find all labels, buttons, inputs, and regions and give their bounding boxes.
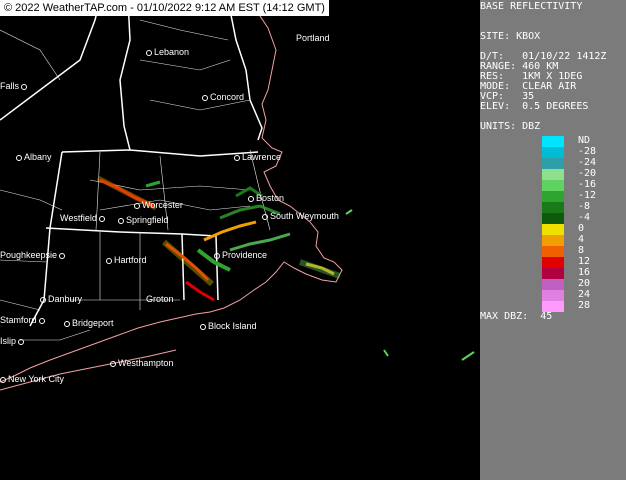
city-label: Falls (0, 81, 29, 91)
scale-swatch (542, 268, 564, 279)
scale-swatch (542, 279, 564, 290)
scale-label: 28 (578, 300, 591, 311)
scale-swatch (542, 246, 564, 257)
scale-label: -12 (578, 190, 597, 201)
panel-title: BASE REFLECTIVITY (480, 1, 583, 12)
city-marker-icon (202, 94, 208, 101)
city-marker-icon (59, 252, 66, 259)
city-marker-icon (64, 320, 70, 327)
scale-swatch (542, 147, 564, 158)
city-marker-icon (38, 317, 45, 324)
city-marker-icon (134, 202, 140, 209)
scale-swatch (542, 224, 564, 235)
units-label: UNITS: DBZ (480, 121, 541, 132)
city-marker-icon (16, 154, 22, 161)
scale-label: 8 (578, 245, 585, 256)
city-label: Boston (248, 193, 284, 203)
scale-swatch (542, 158, 564, 169)
city-label: Concord (202, 92, 244, 102)
city-marker-icon (106, 257, 112, 264)
scale-label: 16 (578, 267, 591, 278)
scale-swatch (542, 213, 564, 224)
copyright-banner: © 2022 WeatherTAP.com - 01/10/2022 9:12 … (0, 0, 329, 16)
city-label: New York City (0, 374, 64, 384)
city-label: Westfield (60, 213, 107, 223)
scale-label: -28 (578, 146, 597, 157)
city-marker-icon (0, 376, 6, 383)
city-marker-icon (110, 360, 116, 367)
city-label: Worcester (134, 200, 183, 210)
scale-label: -20 (578, 168, 597, 179)
city-marker-icon (262, 213, 268, 220)
city-label: Springfield (118, 215, 169, 225)
scale-label: 0 (578, 223, 585, 234)
scale-swatch (542, 257, 564, 268)
info-panel: BASE REFLECTIVITY SITE: KBOX D/T: 01/10/… (480, 0, 626, 480)
dbz-color-scale (542, 136, 564, 312)
city-label: Lebanon (146, 47, 189, 57)
scale-label: 12 (578, 256, 591, 267)
city-marker-icon (214, 252, 220, 259)
scale-swatch (542, 290, 564, 301)
city-marker-icon (234, 154, 240, 161)
scale-label: -8 (578, 201, 591, 212)
scale-label: 24 (578, 289, 591, 300)
scale-label: ND (578, 135, 591, 146)
city-marker-icon (200, 323, 206, 330)
city-label: Albany (16, 152, 52, 162)
city-label: Lawrence (234, 152, 281, 162)
city-label: Block Island (200, 321, 257, 331)
city-label: Danbury (40, 294, 82, 304)
city-label: South Weymouth (262, 211, 339, 221)
scale-swatch (542, 191, 564, 202)
city-marker-icon (146, 49, 152, 56)
city-marker-icon (21, 83, 28, 90)
city-label: Stamford (0, 315, 47, 325)
map-lines (0, 0, 475, 391)
site-label: SITE: KBOX (480, 31, 541, 42)
city-label: Islip (0, 336, 26, 346)
city-label: Westhampton (110, 358, 173, 368)
city-label: Portland (296, 33, 330, 43)
city-label: Groton (146, 294, 174, 304)
scale-swatch (542, 235, 564, 246)
city-label: Hartford (106, 255, 147, 265)
city-label: Bridgeport (64, 318, 114, 328)
scale-swatch (542, 169, 564, 180)
radar-map[interactable]: © 2022 WeatherTAP.com - 01/10/2022 9:12 … (0, 0, 480, 480)
elevation-label: ELEV: 0.5 DEGREES (480, 101, 589, 112)
city-marker-icon (18, 338, 25, 345)
scale-label: 4 (578, 234, 585, 245)
city-label: Poughkeepsie (0, 250, 67, 260)
scale-swatch (542, 180, 564, 191)
scale-label: -24 (578, 157, 597, 168)
city-label: Providence (214, 250, 267, 260)
city-marker-icon (40, 296, 46, 303)
scale-label: 20 (578, 278, 591, 289)
city-marker-icon (118, 217, 124, 224)
scale-label: -4 (578, 212, 591, 223)
max-dbz-label: MAX DBZ: 45 (480, 311, 553, 322)
scale-label: -16 (578, 179, 597, 190)
scale-swatch (542, 202, 564, 213)
scale-swatch (542, 136, 564, 147)
city-marker-icon (248, 195, 254, 202)
city-marker-icon (98, 215, 105, 222)
